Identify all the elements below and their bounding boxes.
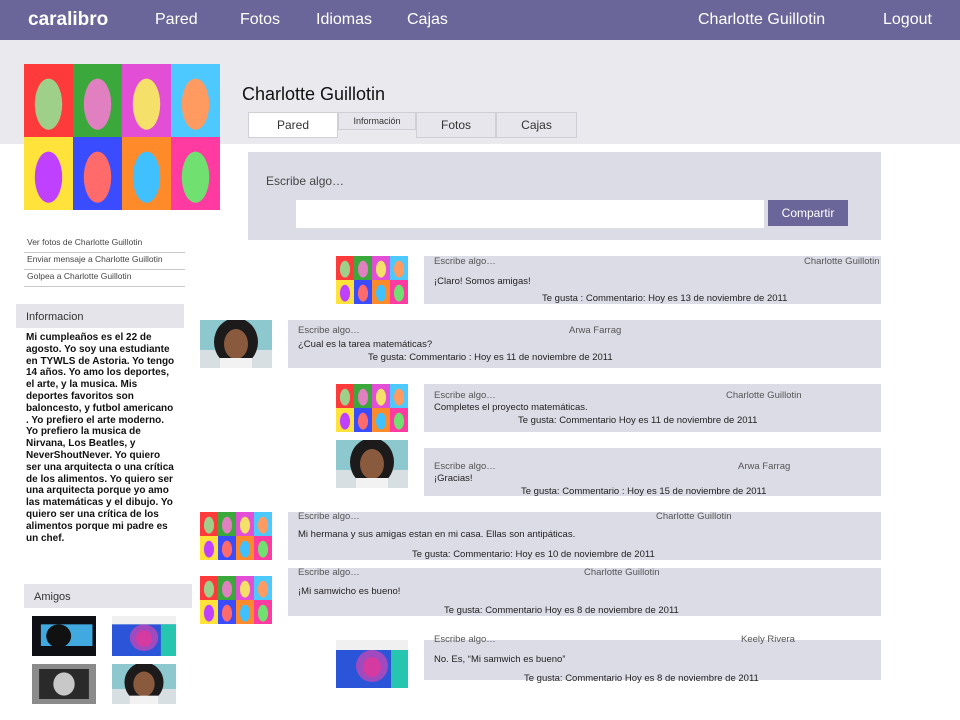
post-meta: Te gusta: Commentario: Hoy es 10 de novi… xyxy=(412,549,655,560)
post-header: Escribe algo… xyxy=(434,461,496,472)
post-avatar[interactable] xyxy=(336,440,408,488)
post-text: ¡Gracias! xyxy=(434,473,473,484)
post-author[interactable]: Charlotte Guillotin xyxy=(726,390,802,401)
post-text: ¡Claro! Somos amigas! xyxy=(434,276,531,287)
post-meta: Te gusta: Commentario Hoy es 11 de novie… xyxy=(518,415,758,426)
friend-photo[interactable] xyxy=(112,616,176,656)
post-author[interactable]: Keely Rivera xyxy=(741,634,795,645)
wall-post: Escribe algo… Charlotte Guillotin Mi her… xyxy=(288,511,881,560)
post-author[interactable]: Charlotte Guillotin xyxy=(804,256,880,267)
post-avatar[interactable] xyxy=(336,640,408,688)
nav-fotos[interactable]: Fotos xyxy=(240,11,280,29)
wall-post: Escribe algo… Arwa Farrag ¿Cual es la ta… xyxy=(288,320,881,368)
current-user-link[interactable]: Charlotte Guillotin xyxy=(698,11,825,29)
profile-action-links: Ver fotos de Charlotte Guillotin Enviar … xyxy=(24,236,185,287)
view-photos-link[interactable]: Ver fotos de Charlotte Guillotin xyxy=(24,236,185,253)
post-header: Escribe algo… xyxy=(434,256,496,267)
bio-text: Mi cumpleaños es el 22 de agosto. Yo soy… xyxy=(26,332,175,544)
post-text: Mi hermana y sus amigas estan en mi casa… xyxy=(298,529,576,540)
post-header: Escribe algo… xyxy=(298,511,360,522)
share-button[interactable]: Compartir xyxy=(768,200,848,226)
friend-photo[interactable] xyxy=(32,664,96,704)
post-avatar[interactable] xyxy=(200,576,272,624)
post-text: Completes el proyecto matemáticas. xyxy=(434,402,588,413)
post-meta: Te gusta: Commentario Hoy es 8 de noviem… xyxy=(444,605,679,616)
nav-idiomas[interactable]: Idiomas xyxy=(316,11,372,29)
post-meta: Te gusta: Commentario Hoy es 8 de noviem… xyxy=(524,673,759,684)
top-navigation-bar: caralibro Pared Fotos Idiomas Cajas Char… xyxy=(0,0,960,40)
post-author[interactable]: Arwa Farrag xyxy=(569,325,621,336)
wall-post: Escribe algo… Charlotte Guillotin ¡Mi sa… xyxy=(288,567,881,616)
tab-pared[interactable]: Pared xyxy=(248,112,338,138)
post-header: Escribe algo… xyxy=(298,567,360,578)
post-author[interactable]: Charlotte Guillotin xyxy=(656,511,732,522)
post-meta: Te gusta : Commentario: Hoy es 13 de nov… xyxy=(542,293,788,304)
friends-section-header: Amigos xyxy=(24,584,192,608)
post-avatar[interactable] xyxy=(200,320,272,368)
post-author[interactable]: Arwa Farrag xyxy=(738,461,790,472)
post-meta: Te gusta: Commentario : Hoy es 15 de nov… xyxy=(521,486,767,497)
wall-post: Escribe algo… Arwa Farrag ¡Gracias! Te g… xyxy=(424,448,881,497)
composer-label: Escribe algo… xyxy=(266,174,345,188)
nav-cajas[interactable]: Cajas xyxy=(407,11,448,29)
send-message-link[interactable]: Enviar mensaje a Charlotte Guillotin xyxy=(24,253,185,270)
poke-link[interactable]: Golpea a Charlotte Guillotin xyxy=(24,270,185,287)
tab-fotos[interactable]: Fotos xyxy=(416,112,496,138)
friend-photo[interactable] xyxy=(32,616,96,656)
post-input[interactable] xyxy=(296,200,764,228)
post-text: No. Es, “Mi samwich es bueno” xyxy=(434,654,566,665)
wall-post: Escribe algo… Charlotte Guillotin ¡Claro… xyxy=(424,256,881,304)
post-composer: Escribe algo… Compartir xyxy=(248,152,881,240)
tab-cajas[interactable]: Cajas xyxy=(496,112,577,138)
friend-photo[interactable] xyxy=(112,664,176,704)
tab-informacion[interactable]: Información xyxy=(338,112,416,130)
profile-picture[interactable] xyxy=(24,64,220,210)
brand-logo[interactable]: caralibro xyxy=(28,9,108,31)
post-header: Escribe algo… xyxy=(298,325,360,336)
post-header: Escribe algo… xyxy=(434,634,496,645)
post-text: ¿Cual es la tarea matemáticas? xyxy=(298,339,433,350)
post-text: ¡Mi samwicho es bueno! xyxy=(298,586,401,597)
post-avatar[interactable] xyxy=(336,384,408,432)
wall-post: Escribe algo… Charlotte Guillotin Comple… xyxy=(424,384,881,432)
post-meta: Te gusta: Commentario : Hoy es 11 de nov… xyxy=(368,352,613,363)
post-avatar[interactable] xyxy=(200,512,272,560)
post-header: Escribe algo… xyxy=(434,390,496,401)
post-avatar[interactable] xyxy=(336,256,408,304)
profile-photo-image xyxy=(24,64,220,210)
info-section-header: Informacion xyxy=(16,304,184,328)
nav-pared[interactable]: Pared xyxy=(155,11,198,29)
profile-name: Charlotte Guillotin xyxy=(242,84,386,104)
post-author[interactable]: Charlotte Guillotin xyxy=(584,567,660,578)
wall-post: Escribe algo… Keely Rivera No. Es, “Mi s… xyxy=(424,634,881,684)
logout-link[interactable]: Logout xyxy=(883,11,932,29)
